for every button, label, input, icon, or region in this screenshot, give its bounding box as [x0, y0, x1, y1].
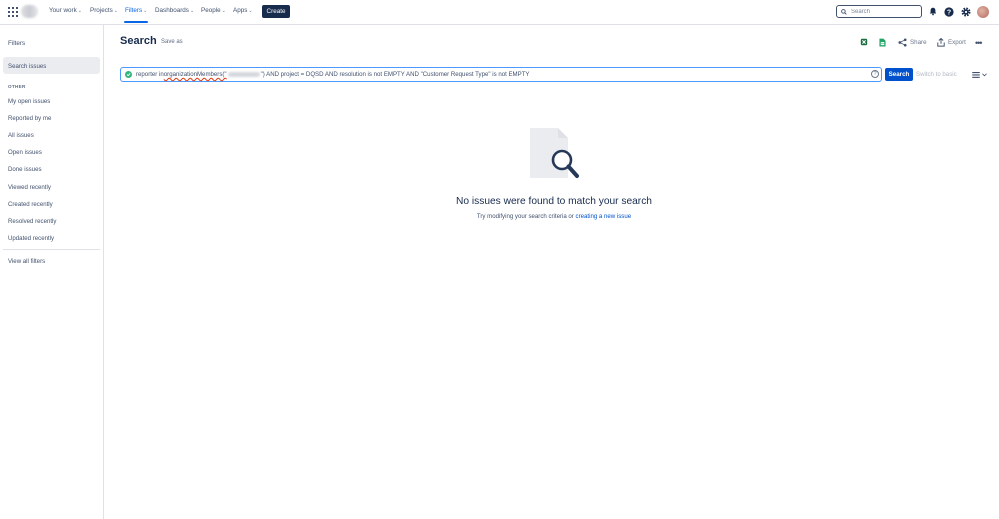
- sidebar-title: Filters: [8, 40, 26, 47]
- share-label: Share: [910, 39, 927, 46]
- global-search[interactable]: [836, 5, 922, 18]
- nav-projects-label: Projects: [90, 7, 113, 14]
- chevron-down-icon: ⌄: [77, 7, 82, 14]
- nav-your-work-label: Your work: [49, 7, 77, 14]
- sidebar-item-all-issues[interactable]: All issues: [8, 132, 34, 139]
- list-view-icon: [972, 71, 980, 78]
- sidebar-item-created-recently[interactable]: Created recently: [8, 201, 53, 208]
- query-valid-icon: [125, 71, 132, 78]
- top-navigation: Your work ⌄ Projects ⌄ Filters ⌄ Dashboa…: [0, 0, 999, 25]
- jql-function: organizationMembers(": [163, 71, 227, 78]
- excel-export-icon[interactable]: [859, 37, 869, 47]
- nav-people-label: People: [201, 7, 221, 14]
- jql-query-text: reporter in organizationMembers(" ") AND…: [136, 71, 529, 78]
- export-button[interactable]: Export: [937, 37, 966, 48]
- filters-sidebar: Filters Search issues OTHER My open issu…: [0, 25, 104, 519]
- chevron-down-icon: ⌄: [113, 7, 118, 14]
- avatar[interactable]: [977, 6, 989, 18]
- google-sheets-icon[interactable]: [877, 37, 887, 47]
- chevron-down-icon: ⌄: [143, 7, 148, 14]
- site-logo[interactable]: [21, 5, 38, 18]
- nav-apps[interactable]: Apps ⌄: [233, 7, 253, 14]
- more-actions-icon[interactable]: •••: [975, 38, 983, 48]
- share-button[interactable]: Share: [898, 37, 927, 48]
- nav-filters-label: Filters: [125, 7, 143, 14]
- help-icon[interactable]: ?: [871, 70, 879, 78]
- page-title: Search: [120, 35, 157, 47]
- notification-bell-icon[interactable]: [927, 6, 938, 17]
- empty-state-title: No issues were found to match your searc…: [456, 196, 652, 207]
- global-search-input[interactable]: [851, 8, 917, 15]
- svg-text:?: ?: [946, 9, 950, 16]
- nav-active-indicator: [124, 21, 148, 23]
- chevron-down-icon: ⌄: [248, 7, 253, 14]
- settings-gear-icon[interactable]: [960, 6, 971, 17]
- chevron-down-icon: ⌄: [189, 7, 195, 14]
- nav-people[interactable]: People ⌄: [201, 7, 226, 14]
- app-switcher-icon[interactable]: [8, 7, 18, 17]
- sidebar-item-view-all-filters[interactable]: View all filters: [8, 258, 45, 265]
- nav-your-work[interactable]: Your work ⌄: [49, 7, 82, 14]
- nav-projects[interactable]: Projects ⌄: [90, 7, 118, 14]
- sidebar-item-reported-by-me[interactable]: Reported by me: [8, 115, 51, 122]
- sidebar-item-viewed-recently[interactable]: Viewed recently: [8, 184, 51, 191]
- switch-to-basic-link[interactable]: Switch to basic: [916, 71, 957, 78]
- sidebar-divider: [3, 249, 100, 250]
- save-as-button[interactable]: Save as: [161, 39, 183, 45]
- export-label: Export: [948, 39, 966, 46]
- search-button[interactable]: Search: [885, 68, 913, 81]
- nav-dashboards[interactable]: Dashboards ⌄: [155, 7, 194, 14]
- empty-state-prefix: Try modifying your search criteria or: [476, 213, 576, 220]
- jql-part-reporter: reporter in: [136, 71, 164, 78]
- nav-filters[interactable]: Filters ⌄: [125, 7, 147, 14]
- jql-query-input[interactable]: reporter in organizationMembers(" ") AND…: [120, 67, 882, 82]
- empty-search-illustration: [530, 128, 579, 178]
- sidebar-item-search-issues-label[interactable]: Search issues: [8, 63, 46, 70]
- search-icon: [841, 8, 847, 15]
- share-icon: [898, 38, 907, 47]
- sidebar-item-resolved-recently[interactable]: Resolved recently: [8, 218, 56, 225]
- view-toggle[interactable]: [972, 70, 987, 79]
- export-icon: [937, 38, 945, 47]
- jql-part-conditions: ") AND project = DQSD AND resolution is …: [260, 71, 530, 78]
- redacted-value: [227, 72, 260, 77]
- nav-apps-label: Apps: [233, 7, 248, 14]
- create-new-issue-link[interactable]: creating a new issue: [576, 213, 632, 220]
- sidebar-item-my-open-issues[interactable]: My open issues: [8, 98, 50, 105]
- sidebar-item-updated-recently[interactable]: Updated recently: [8, 235, 54, 242]
- create-button[interactable]: Create: [262, 5, 290, 18]
- sidebar-item-done-issues[interactable]: Done issues: [8, 166, 42, 173]
- help-icon[interactable]: ?: [943, 6, 954, 17]
- sidebar-heading-other: OTHER: [8, 84, 26, 89]
- sidebar-item-open-issues[interactable]: Open issues: [8, 149, 42, 156]
- nav-dashboards-label: Dashboards: [155, 7, 189, 14]
- empty-state-message: Try modifying your search criteria or cr…: [404, 213, 704, 220]
- chevron-down-icon: ⌄: [221, 7, 226, 14]
- chevron-down-icon: [982, 72, 987, 76]
